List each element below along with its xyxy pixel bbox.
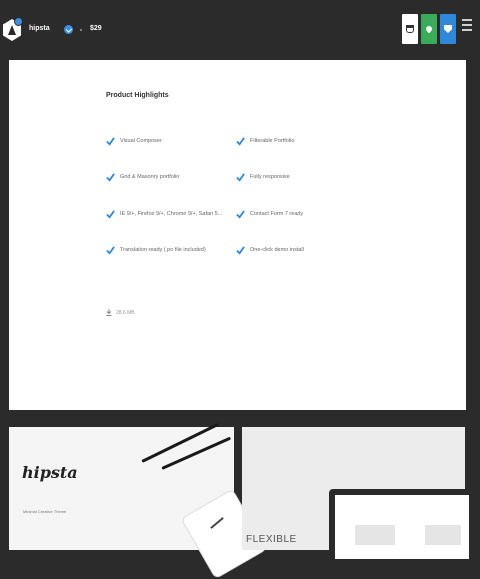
support-button[interactable] xyxy=(440,14,456,44)
preview-flex-label: FLEXIBLE xyxy=(246,534,297,545)
feature-label: Visual Composer xyxy=(120,138,162,144)
download-info: 28.6 MB xyxy=(106,309,135,316)
preview-brand: hipsta xyxy=(22,463,78,482)
check-icon xyxy=(236,135,246,147)
check-icon xyxy=(106,208,116,220)
pencil-image xyxy=(141,422,220,463)
check-icon xyxy=(236,208,246,220)
verified-author-icon xyxy=(64,25,73,34)
feature-label: IE 9/+, Firefox 9/+, Chrome 9/+, Safari … xyxy=(120,211,223,217)
feature-label: Filterable Portfolio xyxy=(250,138,295,144)
check-icon xyxy=(106,171,116,183)
drop-icon xyxy=(424,24,434,34)
logo-badge-icon xyxy=(14,17,23,26)
feature-label: One-click demo install xyxy=(250,247,304,253)
check-icon xyxy=(106,244,116,256)
feature-label: Grid & Masonry portfolio xyxy=(120,174,180,180)
menu-icon-bar xyxy=(462,19,472,21)
cart-icon xyxy=(406,25,414,33)
top-bar: hipsta $29 xyxy=(0,0,480,60)
buy-button[interactable] xyxy=(421,14,437,44)
menu-button[interactable] xyxy=(462,19,472,33)
monitor-screen xyxy=(335,495,469,559)
menu-icon-bar xyxy=(462,29,472,31)
shield-icon xyxy=(444,25,452,33)
feature-label: Translation ready (.po file included) xyxy=(120,247,206,253)
screen-thumbnail xyxy=(355,525,395,545)
check-icon xyxy=(236,244,246,256)
feature-label: Contact Form 7 ready xyxy=(250,211,304,217)
highlights-panel: Product Highlights Visual Composer Grid … xyxy=(9,60,466,410)
preview-card-flexible[interactable]: FLEXIBLE xyxy=(242,427,469,559)
pencil-image xyxy=(161,436,232,470)
product-name[interactable]: hipsta xyxy=(29,25,50,32)
feature-label: Fully responsive xyxy=(250,174,290,180)
marketplace-logo[interactable] xyxy=(3,17,23,43)
menu-icon-bar xyxy=(462,24,472,26)
price-label: $29 xyxy=(90,25,102,32)
preview-tagline: Minimal Creative Theme xyxy=(23,509,67,514)
preview-card-brand[interactable]: hipsta Minimal Creative Theme xyxy=(9,422,268,579)
screen-thumbnail xyxy=(425,525,461,545)
panel-title: Product Highlights xyxy=(106,92,169,99)
check-icon xyxy=(236,171,246,183)
download-icon xyxy=(106,309,112,316)
check-icon xyxy=(106,135,116,147)
download-size: 28.6 MB xyxy=(116,309,135,316)
separator-dot xyxy=(80,29,82,31)
monitor-image xyxy=(329,489,469,559)
cart-button[interactable] xyxy=(402,14,418,44)
